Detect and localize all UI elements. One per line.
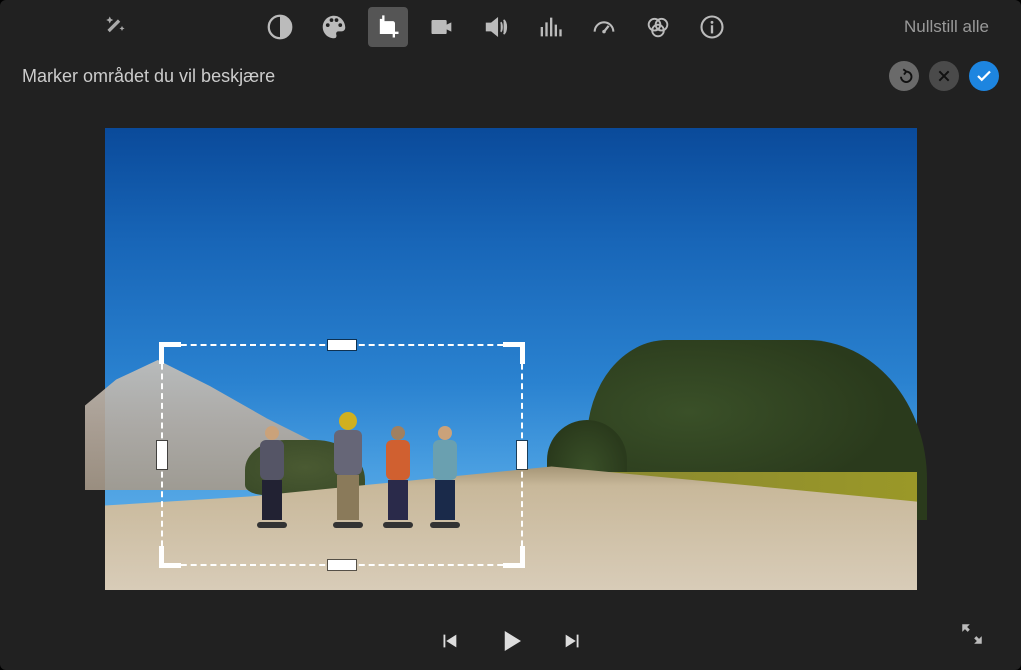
volume-button[interactable] bbox=[476, 7, 516, 47]
crop-handle-bottom[interactable] bbox=[328, 560, 356, 570]
undo-icon bbox=[895, 67, 913, 85]
skip-previous-icon bbox=[438, 630, 460, 652]
crop-handle-bottom-left[interactable] bbox=[159, 546, 181, 568]
transport-controls bbox=[438, 626, 584, 656]
crop-selection[interactable] bbox=[161, 344, 523, 566]
equalizer-icon bbox=[536, 13, 564, 41]
crop-handle-top-left[interactable] bbox=[159, 342, 181, 364]
speed-button[interactable] bbox=[584, 7, 624, 47]
crop-button[interactable] bbox=[368, 7, 408, 47]
cancel-button[interactable] bbox=[929, 61, 959, 91]
color-button[interactable] bbox=[314, 7, 354, 47]
undo-button[interactable] bbox=[889, 61, 919, 91]
checkmark-icon bbox=[975, 67, 993, 85]
video-camera-icon bbox=[428, 13, 456, 41]
info-button[interactable] bbox=[692, 7, 732, 47]
crop-handle-top[interactable] bbox=[328, 340, 356, 350]
skip-next-icon bbox=[562, 630, 584, 652]
palette-icon bbox=[319, 12, 349, 42]
video-preview[interactable] bbox=[105, 128, 917, 590]
contrast-icon bbox=[265, 12, 295, 42]
confirm-button[interactable] bbox=[969, 61, 999, 91]
crop-icon bbox=[374, 13, 402, 41]
toolbar: Nullstill alle bbox=[0, 0, 1021, 54]
contrast-button[interactable] bbox=[260, 7, 300, 47]
magic-wand-icon bbox=[101, 13, 129, 41]
filters-button[interactable] bbox=[638, 7, 678, 47]
crop-handle-bottom-right[interactable] bbox=[503, 546, 525, 568]
crop-handle-top-right[interactable] bbox=[503, 342, 525, 364]
previous-frame-button[interactable] bbox=[438, 630, 460, 652]
play-button[interactable] bbox=[496, 626, 526, 656]
camera-button[interactable] bbox=[422, 7, 462, 47]
next-frame-button[interactable] bbox=[562, 630, 584, 652]
filters-icon bbox=[644, 13, 672, 41]
magic-wand-button[interactable] bbox=[95, 7, 135, 47]
play-icon bbox=[496, 626, 526, 656]
crop-handle-right[interactable] bbox=[517, 441, 527, 469]
crop-handle-left[interactable] bbox=[157, 441, 167, 469]
editor-panel: Nullstill alle Marker området du vil bes… bbox=[0, 0, 1021, 670]
reset-all-button[interactable]: Nullstill alle bbox=[904, 17, 989, 37]
info-icon bbox=[698, 13, 726, 41]
speedometer-icon bbox=[590, 13, 618, 41]
crop-instruction-text: Marker området du vil beskjære bbox=[22, 66, 275, 87]
equalizer-button[interactable] bbox=[530, 7, 570, 47]
crop-instruction-bar: Marker området du vil beskjære bbox=[0, 54, 1021, 98]
expand-icon bbox=[959, 621, 985, 647]
expand-button[interactable] bbox=[959, 621, 985, 652]
volume-icon bbox=[482, 13, 510, 41]
close-icon bbox=[936, 68, 952, 84]
